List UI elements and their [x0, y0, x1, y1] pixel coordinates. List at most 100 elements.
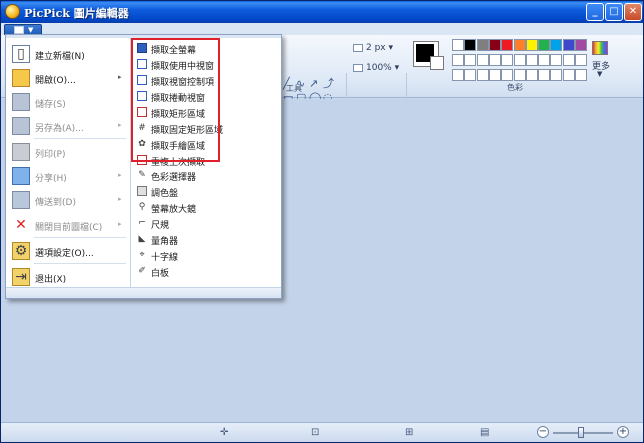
- new-file-icon: ▯: [12, 45, 30, 63]
- share-icon: [12, 167, 30, 185]
- chevron-down-icon: ▼: [28, 26, 34, 34]
- color-swatch[interactable]: [562, 54, 575, 66]
- color-swatch[interactable]: [538, 54, 551, 66]
- menu-item-label: 列印(P): [35, 150, 66, 160]
- menu-footer: [6, 287, 281, 298]
- menu-item-ruler[interactable]: ⌐ 尺規: [135, 215, 275, 232]
- color-swatch[interactable]: [464, 39, 477, 51]
- capture-items-highlight: [131, 38, 220, 162]
- menu-item-whiteboard[interactable]: ✐ 白板: [135, 263, 275, 280]
- menu-item-label: 色彩選擇器: [151, 173, 197, 183]
- menu-item-protractor[interactable]: ◣ 量角器: [135, 231, 275, 248]
- menu-item-label: 調色盤: [151, 189, 179, 199]
- cursor-position-icon: ✛: [220, 427, 229, 438]
- submenu-arrow-icon: ▸: [118, 171, 122, 179]
- color-swatch[interactable]: [525, 54, 538, 66]
- color-swatch[interactable]: [575, 39, 587, 51]
- color-swatch[interactable]: [452, 39, 464, 51]
- secondary-color[interactable]: [430, 56, 444, 70]
- exit-icon: ⇥: [12, 268, 30, 286]
- send-to-icon: [12, 191, 30, 209]
- color-swatch[interactable]: [464, 54, 477, 66]
- color-swatch[interactable]: [476, 39, 489, 51]
- color-swatch[interactable]: [513, 69, 526, 81]
- menu-item-color-picker[interactable]: ✎ 色彩選擇器: [135, 167, 275, 184]
- color-wheel-icon: [592, 41, 608, 55]
- arrow-shape-icon[interactable]: ⤴: [323, 78, 334, 89]
- color-swatch[interactable]: [550, 54, 563, 66]
- color-swatch[interactable]: [501, 54, 514, 66]
- colors-group-label: 色彩: [507, 83, 523, 92]
- picpick-app-icon[interactable]: [5, 4, 20, 19]
- color-swatch[interactable]: [513, 39, 526, 51]
- menu-item-color-palette[interactable]: 調色盤: [135, 183, 275, 199]
- file-size-icon: ▤: [480, 427, 490, 438]
- menu-item-save[interactable]: 儲存(S): [6, 90, 130, 114]
- color-swatch[interactable]: [525, 69, 538, 81]
- maximize-button[interactable]: □: [605, 3, 623, 21]
- menu-item-label: 選項設定(O)...: [35, 249, 94, 259]
- menu-left-column: ▯ 建立新檔(N) 開啟(O)... ▸ 儲存(S) 另存為(A)... ▸ 列印(P) 分享(…: [6, 38, 130, 287]
- color-swatch[interactable]: [538, 39, 551, 51]
- menu-item-exit[interactable]: ⇥ 退出(X): [6, 265, 130, 289]
- title-bar[interactable]: PicPick 圖片編輯器 _ □ ✕: [1, 1, 643, 23]
- zoom-out-button[interactable]: −: [537, 426, 549, 438]
- stroke-width-selector[interactable]: 2 px ▾: [353, 43, 393, 53]
- color-swatch[interactable]: [550, 69, 563, 81]
- menu-item-share[interactable]: 分享(H) ▸: [6, 164, 130, 188]
- zoom-selector[interactable]: 100% ▾: [353, 63, 399, 73]
- close-button[interactable]: ✕: [624, 3, 642, 21]
- menu-item-print[interactable]: 列印(P): [6, 140, 130, 164]
- settings-icon: ⚙: [12, 242, 30, 260]
- menu-item-new-file[interactable]: ▯ 建立新檔(N): [6, 42, 130, 66]
- color-swatch[interactable]: [550, 39, 563, 51]
- color-swatch[interactable]: [562, 39, 575, 51]
- color-swatch[interactable]: [452, 69, 464, 81]
- menu-item-label: 十字線: [151, 253, 179, 263]
- minimize-button[interactable]: _: [586, 3, 604, 21]
- color-swatch[interactable]: [452, 54, 464, 66]
- color-swatch[interactable]: [575, 69, 587, 81]
- open-folder-icon: [12, 69, 30, 87]
- polyline-shape-icon[interactable]: ↗: [309, 78, 318, 89]
- color-swatch[interactable]: [476, 54, 489, 66]
- menu-item-label: 開啟(O)...: [35, 76, 76, 86]
- submenu-arrow-icon: ▸: [118, 121, 122, 129]
- more-colors-button[interactable]: 更多 ▼: [590, 39, 612, 83]
- print-icon: [12, 143, 30, 161]
- color-swatch[interactable]: [501, 69, 514, 81]
- image-size-icon: ⊞: [405, 427, 414, 438]
- color-swatch[interactable]: [488, 39, 501, 51]
- zoom-in-button[interactable]: +: [617, 426, 629, 438]
- color-swatch[interactable]: [575, 54, 587, 66]
- window-title: PicPick 圖片編輯器: [24, 7, 129, 20]
- color-swatch[interactable]: [464, 69, 477, 81]
- save-as-icon: [12, 117, 30, 135]
- menu-item-label: 螢幕放大鏡: [151, 205, 197, 215]
- close-file-icon: ✕: [15, 217, 27, 233]
- menu-item-settings[interactable]: ⚙ 選項設定(O)...: [6, 239, 130, 263]
- menu-item-send-to[interactable]: 傳送到(D) ▸: [6, 188, 130, 212]
- color-swatch[interactable]: [538, 69, 551, 81]
- color-swatch[interactable]: [562, 69, 575, 81]
- color-swatch[interactable]: [513, 54, 526, 66]
- menu-item-label: 白板: [151, 269, 170, 279]
- color-swatch[interactable]: [501, 39, 514, 51]
- chevron-down-icon: ▼: [597, 70, 603, 78]
- ruler-icon: ⌐: [138, 218, 146, 228]
- color-swatch[interactable]: [488, 69, 501, 81]
- menu-item-label: 另存為(A)...: [35, 124, 84, 134]
- menu-item-open-folder[interactable]: 開啟(O)... ▸: [6, 66, 130, 90]
- menu-item-label: 傳送到(D): [35, 198, 76, 208]
- color-swatch[interactable]: [488, 54, 501, 66]
- color-swatch[interactable]: [525, 39, 538, 51]
- menu-item-magnifier[interactable]: ⚲ 螢幕放大鏡: [135, 199, 275, 216]
- color-swatch[interactable]: [476, 69, 489, 81]
- menu-item-close-file[interactable]: ✕ 關閉目前圖檔(C) ▸: [6, 213, 130, 237]
- menu-item-label: 關閉目前圖檔(C): [35, 223, 103, 233]
- zoom-slider-thumb[interactable]: [578, 427, 584, 438]
- magnifier-icon: ⚲: [138, 202, 146, 212]
- menu-item-save-as[interactable]: 另存為(A)... ▸: [6, 114, 130, 138]
- menu-item-crosshair[interactable]: ⌖ 十字線: [135, 247, 275, 264]
- zoom-fill-icon: [353, 63, 363, 72]
